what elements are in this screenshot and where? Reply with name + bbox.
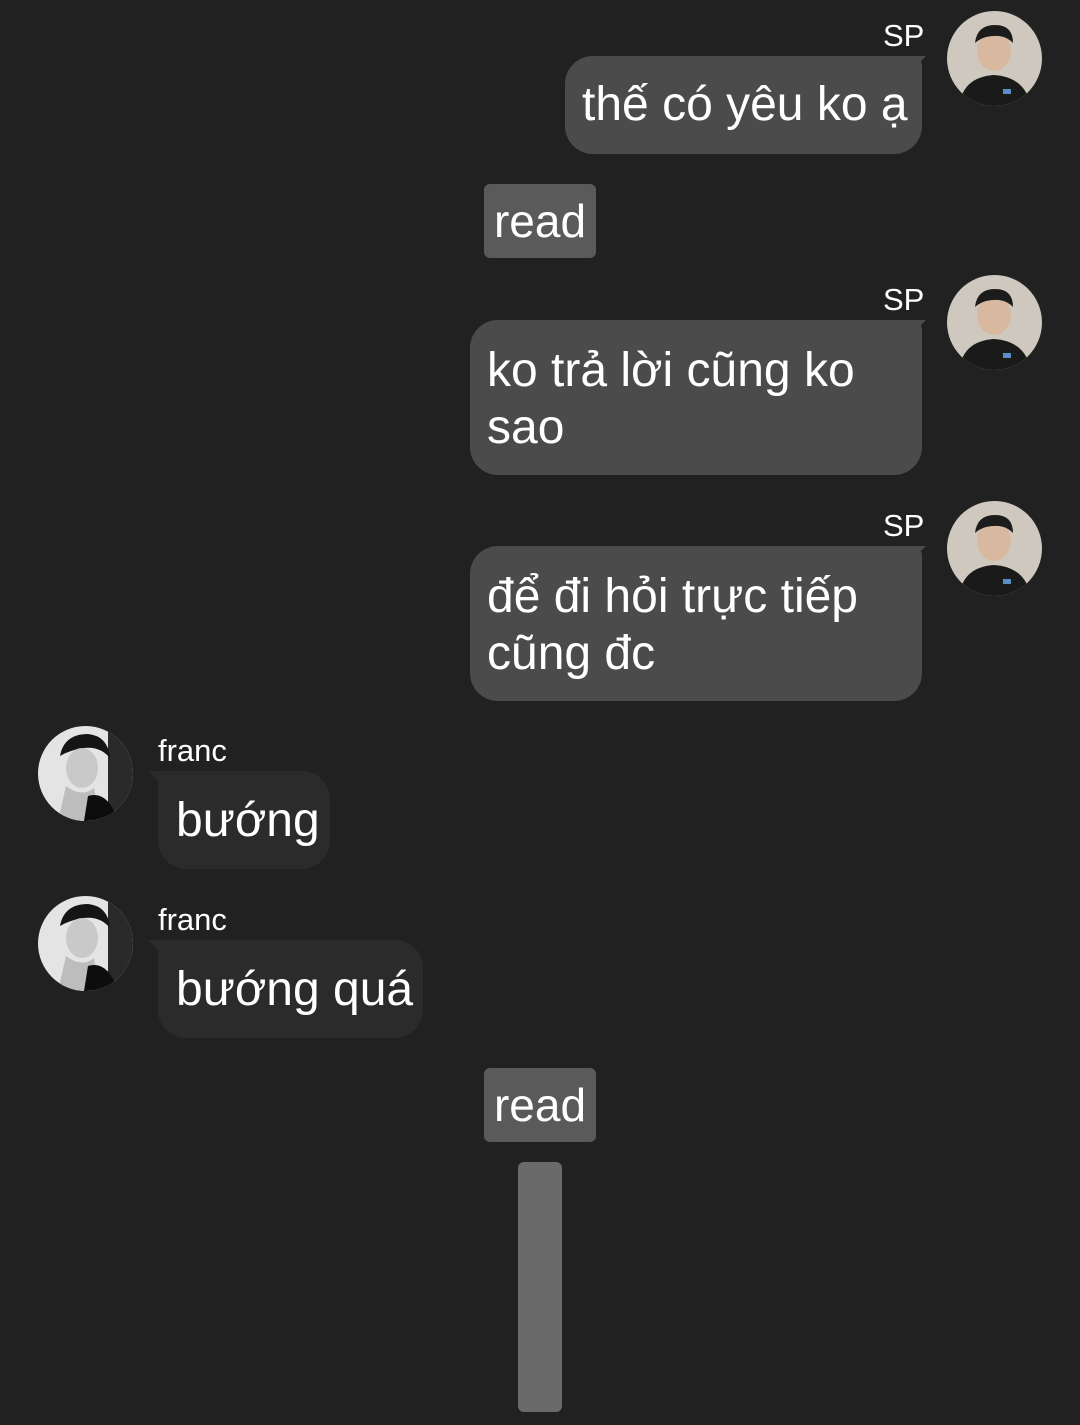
message-text: bướng quá — [176, 963, 414, 1016]
sender-name: franc — [158, 733, 227, 768]
user-avatar-icon[interactable] — [947, 275, 1042, 370]
message-bubble[interactable]: ko trả lời cũng ko sao — [470, 320, 922, 475]
message-bubble[interactable]: bướng quá — [158, 940, 423, 1038]
message-text: thế có yêu ko ạ — [582, 78, 908, 131]
message-bubble[interactable]: thế có yêu ko ạ — [565, 56, 922, 154]
scrollbar-thumb[interactable] — [518, 1162, 562, 1412]
user-avatar-icon[interactable] — [947, 501, 1042, 596]
user-avatar-icon[interactable] — [38, 726, 133, 821]
user-avatar-icon[interactable] — [38, 896, 133, 991]
message-text-line: để đi hỏi trực tiếp — [487, 570, 858, 623]
message-text-line: ko trả lời cũng ko — [487, 344, 855, 397]
message-text: bướng — [176, 794, 320, 847]
read-receipt: read — [484, 184, 596, 258]
message-bubble[interactable]: để đi hỏi trực tiếp cũng đc — [470, 546, 922, 701]
sender-name: SP — [883, 18, 925, 53]
read-receipt: read — [484, 1068, 596, 1142]
message-bubble[interactable]: bướng — [158, 771, 330, 869]
sender-name: SP — [883, 282, 925, 317]
sender-name: SP — [883, 508, 925, 543]
message-text-line: sao — [487, 401, 565, 454]
user-avatar-icon[interactable] — [947, 11, 1042, 106]
sender-name: franc — [158, 902, 227, 937]
message-text-line: cũng đc — [487, 627, 656, 680]
chat-conversation: SP thế có yêu ko ạ read SP ko trả lời cũ… — [0, 0, 1080, 1425]
